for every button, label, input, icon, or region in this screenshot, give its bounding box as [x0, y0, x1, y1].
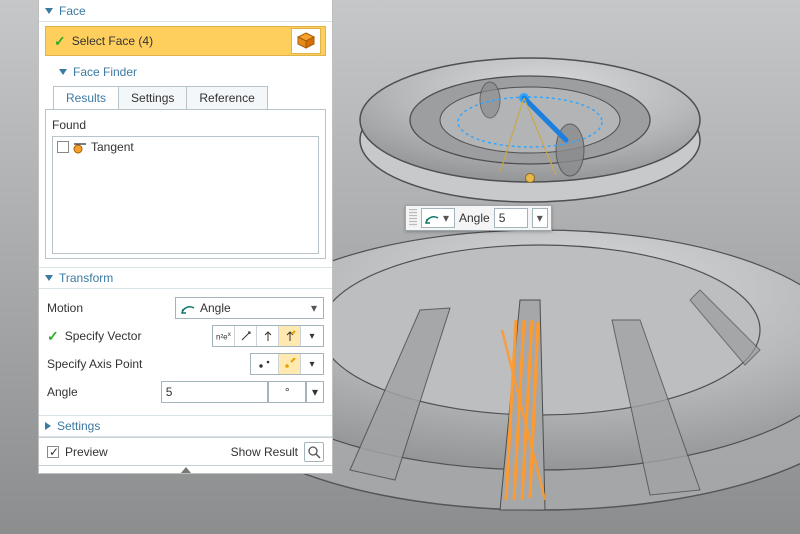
vector-more-button[interactable]: ▾	[301, 326, 323, 346]
specify-axis-label: Specify Axis Point	[47, 357, 175, 371]
axis-point-button[interactable]	[251, 354, 279, 374]
check-icon: ✓	[54, 33, 66, 50]
float-angle-input[interactable]: 5	[494, 208, 528, 228]
section-title: Face Finder	[73, 65, 137, 79]
tab-body-results: Found Tangent	[45, 109, 326, 259]
motion-label: Motion	[47, 301, 175, 315]
tangent-icon	[73, 140, 87, 154]
found-list[interactable]: Tangent	[52, 136, 319, 254]
section-header-face-finder[interactable]: Face Finder	[45, 62, 326, 82]
tab-settings[interactable]: Settings	[118, 86, 187, 109]
section-header-transform[interactable]: Transform	[39, 267, 332, 289]
axis-point-strip: ▾	[250, 353, 324, 375]
caret-down-icon	[45, 275, 53, 281]
vector-auto-button[interactable]	[279, 326, 301, 346]
caret-down-icon	[45, 8, 53, 14]
panel-footer: ✓ Preview Show Result	[39, 437, 332, 465]
vector-diag-button[interactable]	[235, 326, 257, 346]
section-title: Transform	[59, 271, 113, 285]
magnifier-icon	[307, 445, 321, 459]
axis-auto-button[interactable]	[279, 354, 301, 374]
float-angle-dropdown[interactable]: ▾	[532, 208, 548, 228]
section-title: Face	[59, 4, 86, 18]
caret-right-icon	[45, 422, 51, 430]
check-icon: ✓	[47, 328, 59, 345]
found-label: Found	[52, 118, 319, 132]
vector-up-button[interactable]	[257, 326, 279, 346]
tab-results[interactable]: Results	[53, 86, 119, 109]
motion-dropdown[interactable]: Angle ▾	[175, 297, 324, 319]
face-finder-tabs: Results Settings Reference	[53, 86, 326, 109]
caret-down-icon	[59, 69, 67, 75]
vector-expr-button[interactable]: n²ex	[213, 326, 235, 346]
checkbox[interactable]	[57, 141, 69, 153]
drag-grip-icon[interactable]	[409, 209, 417, 227]
float-angle-label: Angle	[459, 211, 490, 225]
preview-label: Preview	[65, 445, 108, 459]
preview-checkbox[interactable]: ✓	[47, 446, 59, 458]
angle-more-button[interactable]: ▾	[306, 381, 324, 403]
chevron-up-icon	[181, 467, 191, 473]
tab-reference[interactable]: Reference	[186, 86, 267, 109]
angle-label: Angle	[47, 385, 161, 399]
vector-method-strip: n²ex ▾	[212, 325, 324, 347]
show-result-label: Show Result	[231, 445, 298, 459]
section-title: Settings	[57, 419, 100, 433]
list-item-label: Tangent	[91, 140, 134, 154]
select-face-label: Select Face (4)	[72, 34, 291, 48]
angle-icon	[424, 211, 440, 225]
transform-body: Motion Angle ▾ ✓ Specify Vector n²ex ▾ S…	[39, 289, 332, 415]
panel-resize-handle[interactable]	[39, 465, 332, 473]
select-face-row[interactable]: ✓ Select Face (4)	[45, 26, 326, 56]
list-item[interactable]: Tangent	[53, 137, 318, 157]
section-header-settings[interactable]: Settings	[39, 415, 332, 437]
specify-vector-label: Specify Vector	[65, 329, 177, 343]
float-motion-dropdown[interactable]: ▾	[421, 208, 455, 228]
selection-type-button[interactable]	[291, 28, 321, 54]
axis-more-button[interactable]: ▾	[301, 354, 323, 374]
section-header-face[interactable]: Face	[39, 0, 332, 22]
angle-icon	[180, 301, 196, 315]
angle-unit-dropdown[interactable]: °	[268, 381, 306, 403]
floating-angle-toolbar[interactable]: ▾ Angle 5 ▾	[405, 205, 552, 231]
command-panel: Face ✓ Select Face (4) Face Finder Resul…	[38, 0, 333, 474]
face-finder-group: Face Finder Results Settings Reference F…	[45, 60, 326, 259]
show-result-button[interactable]	[304, 442, 324, 462]
cube-icon	[296, 32, 316, 50]
angle-input[interactable]: 5	[161, 381, 269, 403]
